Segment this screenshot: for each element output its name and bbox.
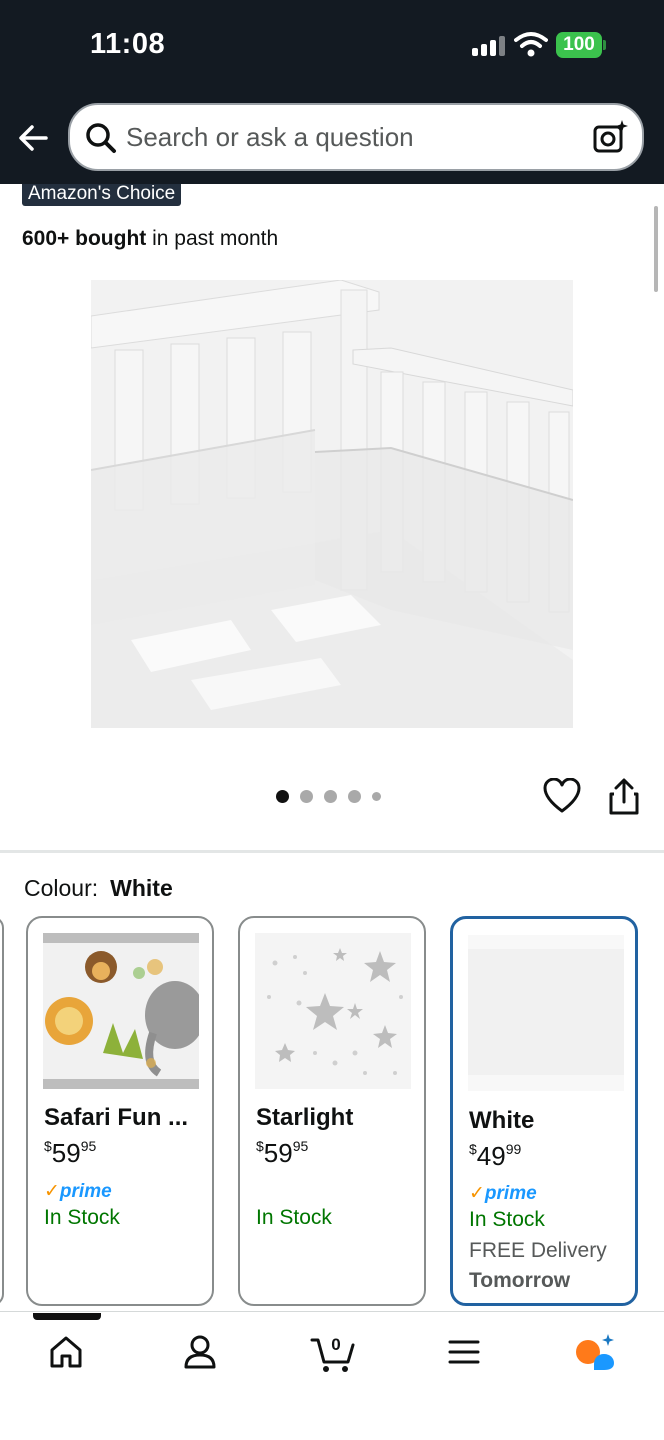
top-header: 11:08 100 [0, 0, 664, 184]
scroll-indicator[interactable] [654, 206, 658, 292]
back-arrow-icon[interactable] [14, 118, 56, 158]
swatch-thumbnail [43, 933, 199, 1089]
colour-label: Colour: [24, 875, 99, 901]
wifi-icon [514, 32, 548, 57]
carousel-dot[interactable] [276, 789, 289, 803]
cart-count: 0 [331, 1335, 340, 1354]
stock-status: In Stock [256, 1206, 332, 1229]
status-time: 11:08 [90, 28, 166, 60]
prime-badge: ✓prime [44, 1180, 112, 1203]
account-icon[interactable] [178, 1330, 222, 1374]
section-divider [0, 850, 664, 853]
share-icon[interactable] [608, 778, 640, 816]
product-image[interactable] [91, 280, 573, 728]
colour-swatch-safari-fun[interactable]: Safari Fun ... $5995 ✓prime In Stock [26, 916, 214, 1306]
swatch-price: $4999 [469, 1141, 521, 1172]
search-bar[interactable] [68, 103, 644, 171]
prime-check-icon: ✓ [469, 1183, 485, 1204]
bought-suffix: in past month [146, 227, 279, 250]
stock-status: In Stock [469, 1208, 545, 1231]
price-fraction: 99 [505, 1141, 522, 1157]
search-icon [86, 123, 116, 153]
swatch-price: $5995 [256, 1138, 308, 1169]
rufus-assistant-icon[interactable] [574, 1330, 618, 1374]
active-tab-indicator [33, 1313, 101, 1320]
colour-selection: Colour: White [24, 875, 173, 902]
swatch-name: White [469, 1107, 535, 1134]
search-input[interactable] [126, 105, 576, 169]
price-whole: 59 [263, 1138, 293, 1168]
home-icon[interactable] [44, 1330, 88, 1374]
price-fraction: 95 [292, 1138, 309, 1154]
currency-symbol: $ [469, 1141, 477, 1157]
price-whole: 59 [51, 1138, 81, 1168]
carousel-dot[interactable] [372, 791, 381, 801]
partial-swatch-card[interactable] [0, 916, 4, 1306]
delivery-info: FREE Delivery [469, 1239, 607, 1262]
price-fraction: 95 [80, 1138, 97, 1154]
bought-in-past-month: 600+ bought in past month [22, 227, 278, 251]
swatch-thumbnail [255, 933, 411, 1089]
bought-count: 600+ bought [22, 227, 147, 250]
currency-symbol: $ [44, 1138, 52, 1154]
prime-label: prime [484, 1183, 537, 1204]
prime-label: prime [59, 1181, 112, 1202]
swatch-name: Starlight [256, 1104, 354, 1131]
colour-swatch-starlight[interactable]: Starlight $5995 In Stock [238, 916, 426, 1306]
battery-tip [603, 40, 606, 50]
currency-symbol: $ [256, 1138, 264, 1154]
delivery-date: Tomorrow [469, 1269, 571, 1292]
battery-level: 100 [556, 32, 602, 58]
carousel-dot[interactable] [324, 789, 337, 803]
colour-swatch-white[interactable]: White $4999 ✓prime In Stock FREE Deliver… [450, 916, 638, 1306]
prime-check-icon: ✓ [44, 1181, 60, 1202]
cart-icon[interactable]: 0 [310, 1330, 356, 1374]
wishlist-heart-icon[interactable] [543, 778, 581, 814]
prime-badge: ✓prime [469, 1182, 537, 1205]
swatch-name: Safari Fun ... [44, 1104, 189, 1131]
carousel-dot[interactable] [300, 789, 313, 803]
image-carousel-dots[interactable] [276, 789, 381, 803]
swatch-thumbnail [468, 935, 624, 1091]
cellular-signal-icon [472, 36, 506, 56]
menu-icon[interactable] [442, 1330, 486, 1374]
camera-lens-icon[interactable] [592, 119, 628, 155]
price-whole: 49 [476, 1141, 506, 1171]
carousel-dot[interactable] [348, 789, 361, 803]
colour-selected-value: White [110, 875, 173, 901]
swatch-price: $5995 [44, 1138, 96, 1169]
stock-status: In Stock [44, 1206, 120, 1229]
amazons-choice-badge: Amazon's Choice [22, 184, 182, 206]
